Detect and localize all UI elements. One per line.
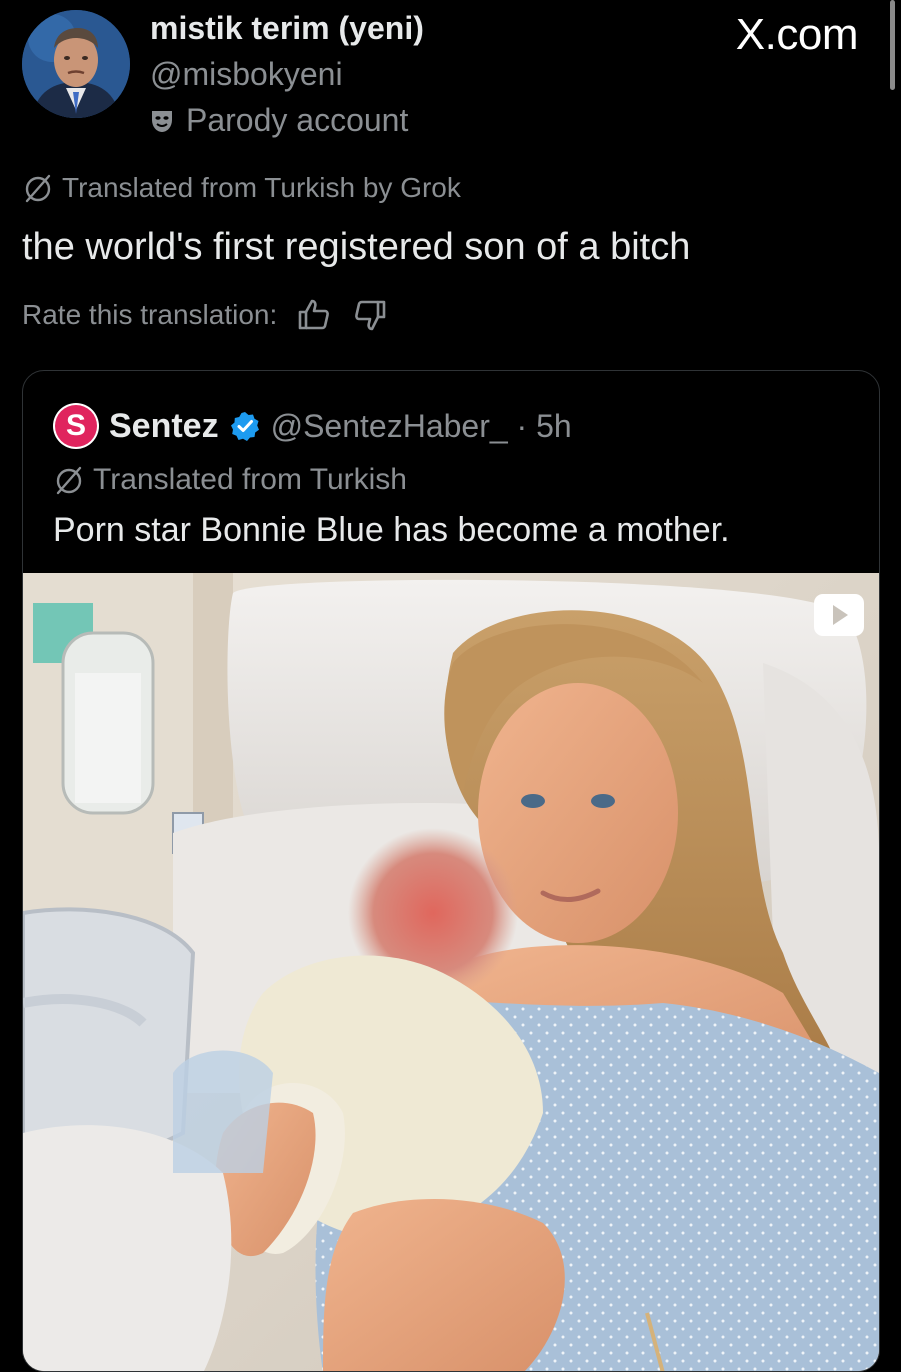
author-name[interactable]: mistik terim (yeni) <box>150 10 424 47</box>
translation-notice: Translated from Turkish by Grok <box>22 172 461 204</box>
rate-translation: Rate this translation: <box>22 296 389 334</box>
quoted-post-text: Porn star Bonnie Blue has become a mothe… <box>53 511 730 549</box>
media-photo <box>23 573 879 1371</box>
translation-label: Translated from Turkish by Grok <box>62 172 461 203</box>
thumbs-down-icon[interactable] <box>351 296 389 334</box>
sentez-logo-letter: S <box>55 405 97 447</box>
parody-label: Parody account <box>186 102 409 138</box>
scrollbar[interactable] <box>890 0 895 90</box>
quoted-translation-label: Translated from Turkish <box>93 463 407 496</box>
quoted-post[interactable]: S Sentez @SentezHaber_ · 5h Translated f… <box>22 370 880 1372</box>
globe-slash-icon <box>25 174 51 203</box>
quoted-translation-notice: Translated from Turkish <box>53 463 407 497</box>
quoted-author-name[interactable]: Sentez <box>109 407 219 446</box>
rate-label: Rate this translation: <box>22 299 278 330</box>
verified-badge-icon <box>230 412 259 441</box>
sentez-logo[interactable]: S <box>53 403 99 449</box>
thumbs-up-icon[interactable] <box>295 296 333 334</box>
parody-mask-icon <box>152 110 172 132</box>
parody-badge: Parody account <box>150 102 408 139</box>
avatar-photo <box>22 10 130 118</box>
post-header: mistik terim (yeni) @misbokyeni Parody a… <box>22 10 882 140</box>
quoted-header: S Sentez @SentezHaber_ · 5h <box>53 403 572 449</box>
quoted-handle-time[interactable]: @SentezHaber_ · 5h <box>271 408 572 445</box>
play-icon[interactable] <box>813 593 865 637</box>
quoted-media[interactable] <box>23 573 879 1371</box>
post-text: the world's first registered son of a bi… <box>22 226 691 268</box>
author-handle[interactable]: @misbokyeni <box>150 56 343 93</box>
avatar[interactable] <box>22 10 130 118</box>
globe-slash-icon <box>56 466 82 495</box>
site-label: X.com <box>735 10 859 59</box>
